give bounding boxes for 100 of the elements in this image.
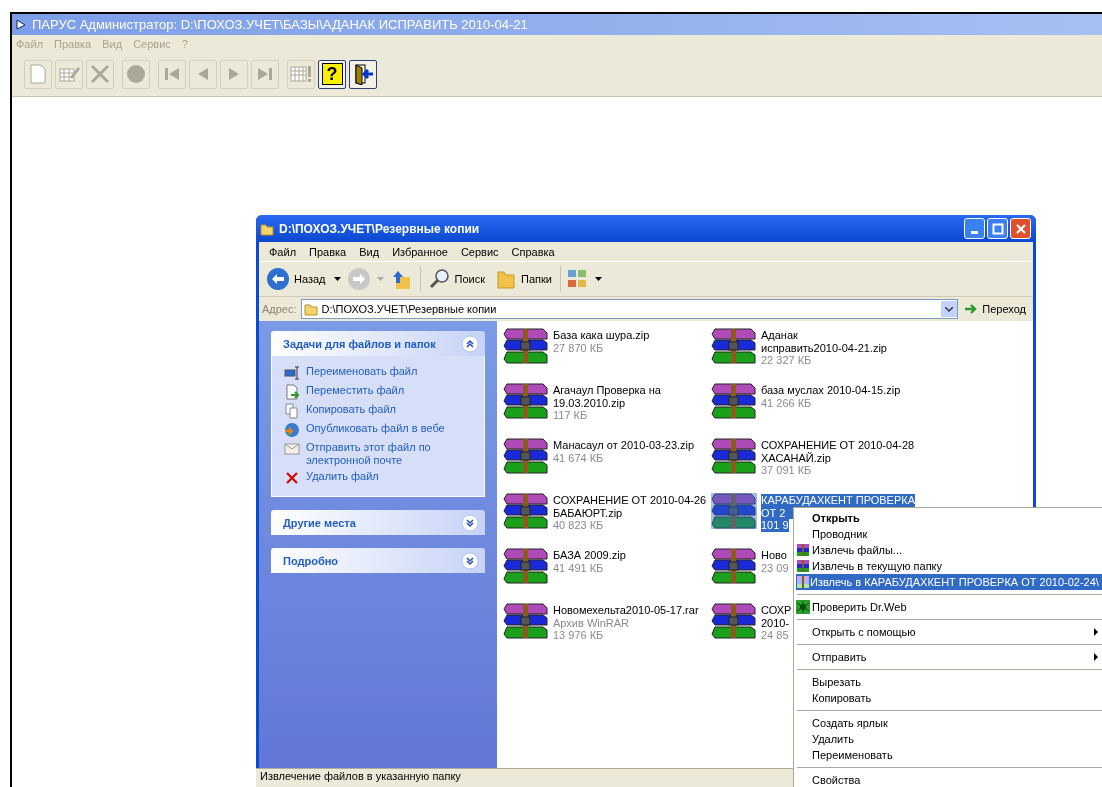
context-menu-item[interactable]: Проверить Dr.Web	[796, 599, 1102, 615]
archive-icon[interactable]	[711, 547, 757, 587]
task-link[interactable]: Переместить файл	[306, 384, 446, 397]
archive-icon[interactable]	[711, 492, 757, 532]
exit-button[interactable]	[349, 59, 377, 89]
file-name[interactable]: база муслах 2010-04-15.zip	[761, 384, 901, 397]
panel-header[interactable]: Задачи для файлов и папок	[271, 331, 485, 356]
menu-item[interactable]: Справка	[511, 245, 555, 258]
globe-icon	[284, 422, 300, 438]
views-icon[interactable]	[566, 269, 589, 289]
window-title: ПАРУС Администратор: D:\ПОХОЗ.УЧЕТ\БАЗЫ\АДАНАК ИСПРАВИТЬ 2010-04-21	[32, 17, 528, 32]
context-menu-item[interactable]: Открыть с помощью	[796, 624, 1102, 640]
panel-title[interactable]: Задачи для файлов и папок	[283, 337, 436, 350]
context-menu-item[interactable]: Создать ярлык	[796, 715, 1102, 731]
copy-icon	[284, 403, 300, 419]
maximize-icon	[991, 222, 1004, 235]
panel-header[interactable]: Подробно	[271, 548, 485, 573]
archive-icon[interactable]	[503, 437, 549, 477]
archive-icon[interactable]	[711, 602, 757, 642]
context-menu-item[interactable]: Удалить	[796, 731, 1102, 747]
archive-icon[interactable]	[711, 327, 757, 367]
task-link[interactable]: Переименовать файл	[306, 365, 446, 378]
archive-icon[interactable]	[711, 382, 757, 422]
file-size: 13 976 КБ	[553, 629, 604, 642]
menu-item[interactable]: Правка	[309, 245, 347, 258]
dropdown-caret-icon	[594, 277, 602, 281]
archive-icon	[796, 575, 810, 589]
dropdown-caret-icon	[945, 306, 954, 312]
context-menu-item[interactable]: Извлечь в КАРАБУДАХКЕНТ ПРОВЕРКА ОТ 2010-02-24\	[796, 574, 1102, 590]
archive-icon[interactable]	[503, 602, 549, 642]
address-field[interactable]: D:\ПОХОЗ.УЧЕТ\Резервные копии	[300, 299, 959, 319]
spider-icon	[796, 600, 810, 614]
window-title: D:\ПОХОЗ.УЧЕТ\Резервные копии	[279, 221, 480, 236]
delete-cross-icon	[284, 470, 300, 486]
dropdown-button[interactable]	[941, 301, 958, 317]
archive-icon[interactable]	[711, 437, 757, 477]
close-button[interactable]	[1010, 218, 1031, 239]
arrow-right-icon	[964, 303, 979, 315]
file-name[interactable]: База кака шура.zip	[553, 329, 650, 342]
menu-item[interactable]: Файл	[269, 245, 297, 258]
file-name[interactable]: СОХРАНЕНИЕ ОТ 2010-04-26 БАБАЮРТ.zip	[553, 494, 707, 519]
file-size: 41 674 КБ	[553, 451, 604, 464]
file-name[interactable]: Новомехельта2010-05-17.rar	[553, 604, 699, 617]
context-menu-item[interactable]: Свойства	[796, 772, 1102, 787]
file-size: 27 870 КБ	[553, 341, 604, 354]
file-size: 40 823 КБ	[553, 519, 604, 532]
address-label: Адрес:	[262, 303, 297, 315]
expand-chevron-icon[interactable]	[461, 513, 479, 532]
menu-item[interactable]: Вид	[359, 245, 380, 258]
panel-title[interactable]: Другие места	[283, 516, 356, 529]
collapse-chevron-icon[interactable]	[461, 334, 479, 353]
file-name[interactable]: Агачаул Проверка на 19.03.2010.zip	[553, 384, 661, 409]
task-link[interactable]: Опубликовать файл в вебе	[306, 422, 446, 435]
file-size: 117 КБ	[553, 409, 588, 422]
context-menu-item[interactable]: Извлечь в текущую папку	[796, 558, 1102, 574]
task-link[interactable]: Удалить файл	[306, 470, 446, 483]
folders-button[interactable]: Папки	[493, 268, 554, 290]
expand-chevron-icon[interactable]	[461, 551, 479, 570]
context-menu-item[interactable]: Проводник	[796, 526, 1102, 542]
context-menu-item[interactable]: Извлечь файлы...	[796, 542, 1102, 558]
dropdown-caret-icon	[333, 277, 341, 281]
menu-item[interactable]: Сервис	[460, 245, 499, 258]
envelope-icon	[284, 441, 300, 457]
file-size: 41 266 КБ	[761, 396, 812, 409]
new-document-icon	[27, 63, 49, 85]
file-size: 23 09	[761, 561, 789, 574]
close-icon	[1014, 222, 1027, 235]
archive-icon[interactable]	[503, 382, 549, 422]
file-name[interactable]: Аданак исправить2010-04-21.zip	[761, 329, 887, 354]
go-button[interactable]: Переход	[962, 303, 1030, 315]
context-menu-item[interactable]: Отправить	[796, 649, 1102, 665]
task-link[interactable]: Отправить этот файл по электронной почте	[306, 441, 446, 467]
archive-icon[interactable]	[503, 547, 549, 587]
file-type: Архив WinRAR	[553, 616, 630, 629]
context-menu-item[interactable]: Вырезать	[796, 674, 1102, 690]
archive-icon[interactable]	[503, 492, 549, 532]
move-icon	[284, 384, 300, 400]
context-menu-item[interactable]: Копировать	[796, 690, 1102, 706]
maximize-button[interactable]	[987, 218, 1008, 239]
file-name[interactable]: Манасаул от 2010-03-23.zip	[553, 439, 695, 452]
file-name[interactable]: СОХР 2010-	[761, 604, 792, 629]
search-button[interactable]: Поиск	[426, 268, 487, 290]
context-menu-item[interactable]: Переименовать	[796, 747, 1102, 763]
back-button[interactable]: Назад	[264, 267, 328, 291]
delete-icon	[89, 63, 111, 85]
help-button[interactable]: ?	[318, 59, 346, 89]
panel-header[interactable]: Другие места	[271, 510, 485, 535]
archive-icon	[796, 559, 810, 573]
menu-item[interactable]: Избранное	[392, 245, 448, 258]
minimize-button[interactable]	[964, 218, 985, 239]
dropdown-caret-icon	[376, 277, 384, 281]
file-name[interactable]: СОХРАНЕНИЕ ОТ 2010-04-28 ХАСАНАЙ.zip	[761, 439, 915, 464]
file-name[interactable]: БАЗА 2009.zip	[553, 549, 626, 562]
file-name[interactable]: Ново	[761, 549, 787, 562]
exit-icon	[352, 63, 374, 85]
archive-icon[interactable]	[503, 327, 549, 367]
task-link[interactable]: Копировать файл	[306, 403, 446, 416]
panel-title[interactable]: Подробно	[283, 554, 339, 567]
record-icon	[125, 63, 147, 85]
grid-icon	[290, 63, 312, 85]
